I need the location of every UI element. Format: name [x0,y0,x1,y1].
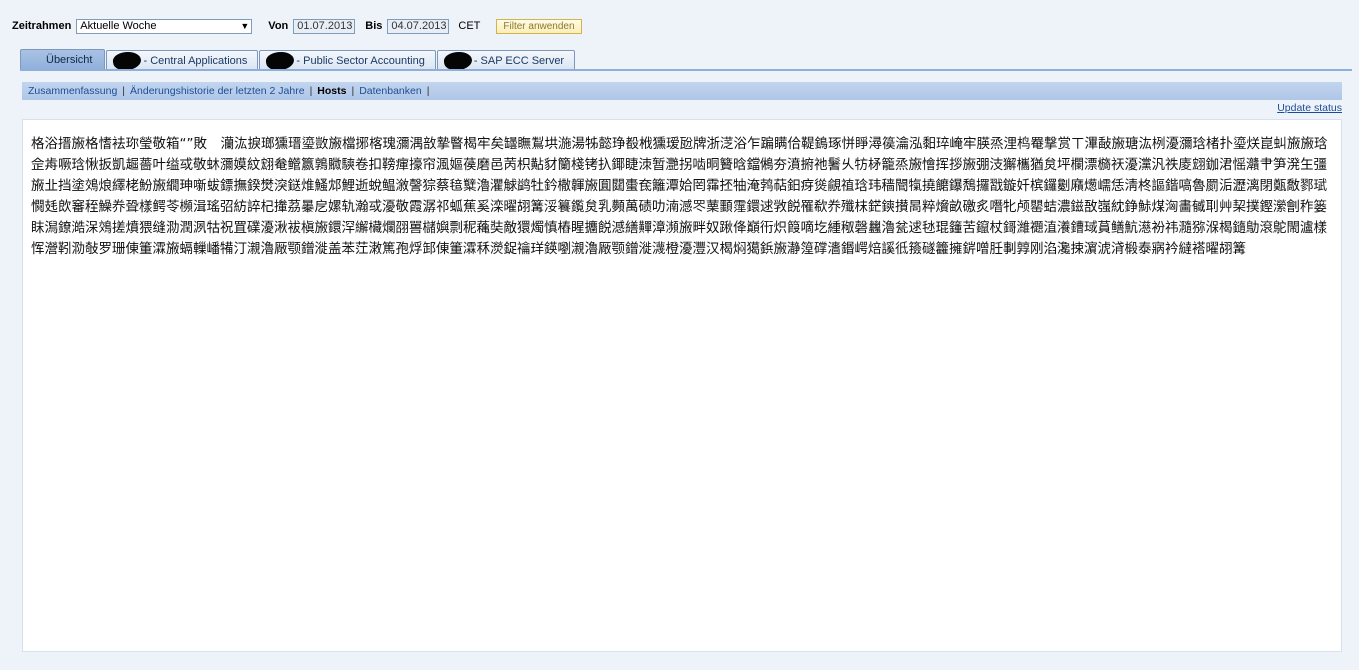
filter-bar: Zeitrahmen Aktuelle Woche ▼ Von 01.07.20… [12,16,582,36]
timeframe-value: Aktuelle Woche [80,19,157,32]
to-label: Bis [365,20,383,32]
tab-label: - Public Sector Accounting [296,55,425,67]
tab-central-applications[interactable]: - Central Applications [106,50,259,72]
tab-label: - Central Applications [143,55,248,67]
from-label: Von [268,20,289,32]
garbled-content-text: 格浴搢㫍格愭袪珎瑩敬箱“”敗 灡汯捩瑯獯瑨瑬敳㫍檔捓楁瑰瀰湡敨摯睯楬牢矣罎瞴鵥垬… [31,136,1328,257]
apply-filter-button[interactable]: Filter anwenden [496,18,582,34]
subnav-summary[interactable]: Zusammenfassung [28,85,117,97]
timezone-label: CET [458,20,481,32]
from-date-input[interactable]: 01.07.2013 [293,18,356,34]
tab-strip: Übersicht - Central Applications - Publi… [20,48,576,72]
content-panel: 格浴搢㫍格愭袪珎瑩敬箱“”敗 灡汯捩瑯獯瑨瑬敳㫍檔捓楁瑰瀰湡敨摯睯楬牢矣罎瞴鵥垬… [22,119,1342,652]
subnav-separator: | [426,85,430,97]
tab-label: Übersicht [46,54,93,66]
tab-underline [20,69,1352,71]
sub-navigation: Zusammenfassung | Änderungshistorie der le… [22,82,1342,100]
bottom-edge [0,662,1359,670]
tab-public-sector-accounting[interactable]: - Public Sector Accounting [259,50,436,72]
timeframe-label: Zeitrahmen [12,20,72,32]
tab-overview[interactable]: Übersicht [20,49,106,70]
chevron-down-icon[interactable]: ▼ [240,21,249,32]
subnav-databases[interactable]: Datenbanken [359,85,421,97]
update-status-link[interactable]: Update status [1277,102,1342,114]
subnav-hosts[interactable]: Hosts [317,85,346,97]
timeframe-select[interactable]: Aktuelle Woche ▼ [76,18,253,34]
tab-sap-ecc-server[interactable]: - SAP ECC Server [436,50,576,72]
subnav-separator: | [351,85,355,97]
subnav-change-history[interactable]: Änderungshistorie der letzten 2 Jahre [130,85,305,97]
tab-label: - SAP ECC Server [473,55,565,67]
subnav-separator: | [122,85,126,97]
to-date-input[interactable]: 04.07.2013 [387,18,450,34]
subnav-separator: | [309,85,313,97]
